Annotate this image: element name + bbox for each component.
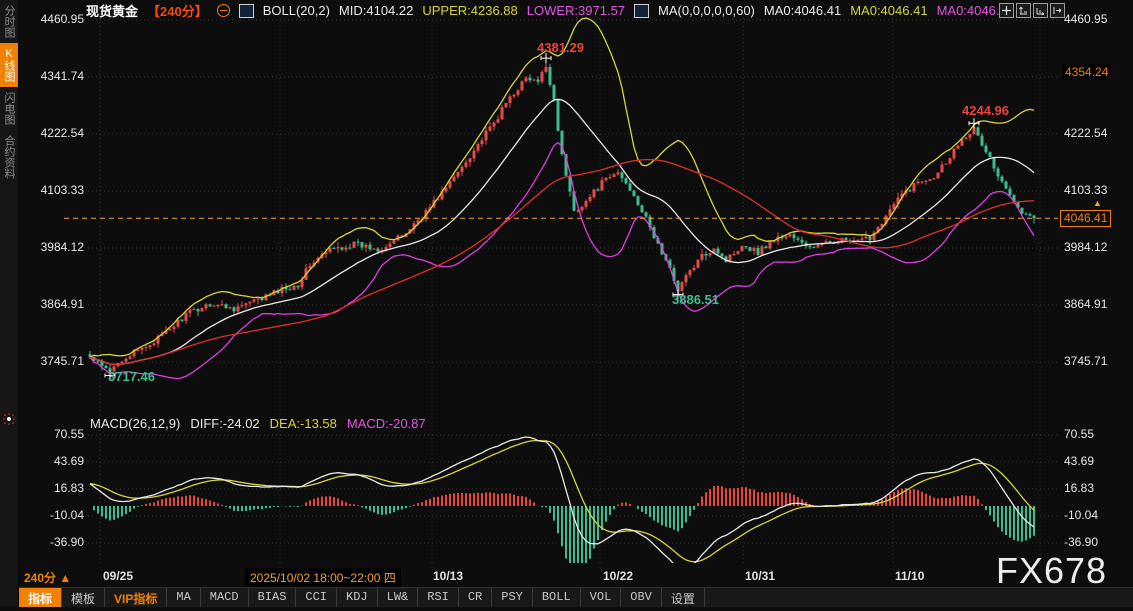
boll-name: BOLL(20,2) (263, 3, 330, 18)
macd-tick-right: -10.04 (1064, 509, 1098, 522)
alert-dot (7, 417, 11, 421)
sidebar-tab-contract-info[interactable]: 合约资料 (0, 130, 18, 184)
chart-type-sidebar: 分时图K线图闪电图合约资料 (0, 0, 19, 606)
price-tick-right: 3745.71 (1064, 355, 1107, 368)
zoom-vertical-icon[interactable] (1016, 3, 1031, 18)
price-tick-right: 4460.95 (1064, 13, 1107, 26)
pan-right-icon[interactable] (1050, 3, 1065, 18)
period-selector[interactable]: 240分 ▲ (24, 569, 71, 586)
sidebar-tab-lightning-chart[interactable]: 闪电图 (0, 87, 18, 130)
symbol-name: 现货黄金 (86, 1, 138, 20)
toolbar-tab-设置[interactable]: 设置 (662, 588, 705, 607)
price-tick-right: 3864.91 (1064, 298, 1107, 311)
toolbar-tab-BOLL[interactable]: BOLL (533, 588, 581, 607)
macd-legend: MACD(26,12,9) DIFF:-24.02 DEA:-13.58 MAC… (90, 416, 426, 431)
macd-tick-right: 16.83 (1064, 482, 1094, 495)
toolbar-tab-模板[interactable]: 模板 (62, 588, 105, 607)
chart-tools (999, 3, 1065, 18)
boll-lower-value: LOWER:3971.57 (527, 3, 625, 18)
toolbar-tab-OBV[interactable]: OBV (621, 588, 662, 607)
annotation-high-recent: 4244.96 (962, 103, 1009, 118)
annotation-low-left: 3717.46 (108, 369, 155, 384)
candlestick-chart[interactable] (0, 0, 1133, 606)
watermark: FX678 (996, 550, 1107, 592)
macd-macd-value: MACD:-20.87 (347, 416, 426, 431)
collapse-icon[interactable] (217, 4, 230, 17)
boll-mid-value: MID:4104.22 (339, 3, 413, 18)
period-label: 【240分】 (147, 1, 208, 20)
toolbar-tab-RSI[interactable]: RSI (418, 588, 459, 607)
x-axis-label: 10/13 (433, 569, 463, 583)
macd-diff-value: DIFF:-24.02 (190, 416, 259, 431)
ma-name: MA(0,0,0,0,0,60) (658, 3, 755, 18)
macd-name: MACD(26,12,9) (90, 416, 180, 431)
macd-tick-right: -36.90 (1064, 536, 1098, 549)
x-axis-label: 10/31 (745, 569, 775, 583)
toolbar-tab-MA[interactable]: MA (167, 588, 200, 607)
indicator-legend: 现货黄金 【240分】 BOLL(20,2) MID:4104.22 UPPER… (86, 3, 1014, 18)
x-axis-label: 09/25 (103, 569, 133, 583)
macd-tick-right: 43.69 (1064, 455, 1094, 468)
toolbar-tab-VIP指标[interactable]: VIP指标 (105, 588, 167, 607)
sidebar-tab-time-chart[interactable]: 分时图 (0, 0, 18, 43)
price-tick-right: 4103.33 (1064, 184, 1107, 197)
x-axis: 240分 ▲ 2025/10/02 18:00~22:00 四 09/25 10/… (19, 567, 1133, 587)
ma0-yellow-value: MA0:4046.41 (850, 3, 927, 18)
annotation-high-peak: 4381.29 (537, 40, 584, 55)
sidebar-tab-kline-chart[interactable]: K线图 (0, 43, 18, 87)
toolbar-tab-LW&[interactable]: LW& (378, 588, 419, 607)
x-axis-label: 10/22 (603, 569, 633, 583)
toolbar-tab-KDJ[interactable]: KDJ (337, 588, 378, 607)
boll-upper-value: UPPER:4236.88 (422, 3, 517, 18)
zoom-horizontal-icon[interactable] (1033, 3, 1048, 18)
alert-burst-icon[interactable] (4, 414, 14, 424)
ma0-white-value: MA0:4046.41 (764, 3, 841, 18)
crosshair-tool-icon[interactable] (999, 3, 1014, 18)
toolbar-tab-MACD[interactable]: MACD (201, 588, 249, 607)
current-price-tag: 4046.41 (1060, 210, 1111, 227)
macd-dea-value: DEA:-13.58 (270, 416, 337, 431)
x-axis-label: 11/10 (895, 569, 924, 583)
boll-indicator-icon[interactable] (239, 4, 254, 18)
toolbar-tab-CR[interactable]: CR (459, 588, 492, 607)
macd-tick-right: 70.55 (1064, 428, 1094, 441)
toolbar-tab-BIAS[interactable]: BIAS (249, 588, 297, 607)
session-high-tag: 4354.24 (1062, 64, 1111, 80)
toolbar-tab-PSY[interactable]: PSY (492, 588, 533, 607)
price-tick-right: 4222.54 (1064, 127, 1107, 140)
price-up-arrow-icon: ▲ (1093, 198, 1102, 208)
toolbar-tab-指标[interactable]: 指标 (19, 588, 62, 607)
candle-time-tooltip: 2025/10/02 18:00~22:00 四 (245, 568, 401, 587)
price-tick-right: 3984.12 (1064, 241, 1107, 254)
toolbar-tab-VOL[interactable]: VOL (581, 588, 622, 607)
toolbar-tab-CCI[interactable]: CCI (296, 588, 337, 607)
ma-indicator-icon[interactable] (634, 4, 649, 18)
annotation-low-mid: 3886.51 (672, 292, 719, 307)
indicator-toolbar: 指标模板VIP指标MAMACDBIASCCIKDJLW&RSICRPSYBOLL… (19, 587, 1133, 607)
